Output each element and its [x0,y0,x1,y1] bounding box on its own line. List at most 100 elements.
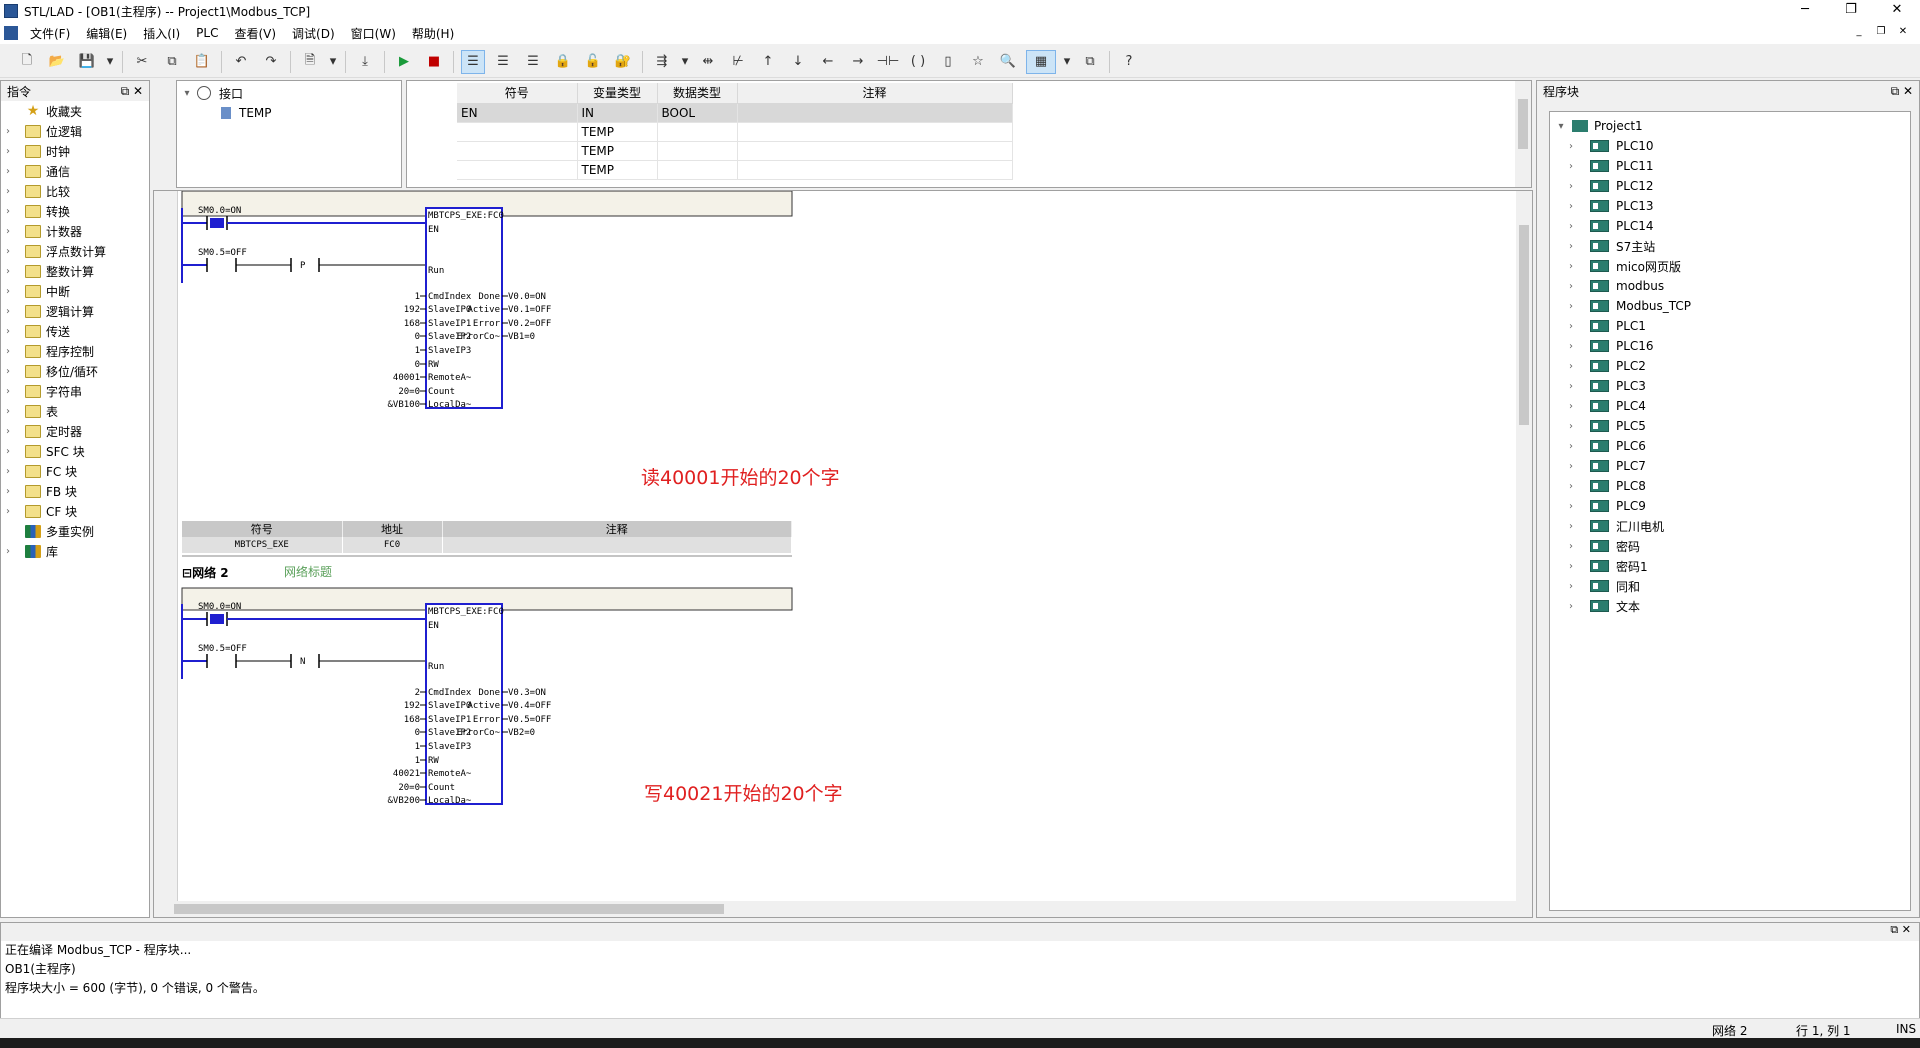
program-item[interactable]: › mico网页版 [1550,256,1910,276]
cell[interactable] [737,122,1013,142]
chevron-right-icon[interactable]: › [1,206,15,217]
menu-window[interactable]: 窗口(W) [343,25,404,42]
instruction-item[interactable]: › 逻辑计算 [1,301,149,321]
menu-view[interactable]: 查看(V) [226,25,284,42]
chevron-right-icon[interactable]: › [1,166,15,177]
program-item[interactable]: › PLC14 [1550,216,1910,236]
instruction-item[interactable]: › 位逻辑 [1,121,149,141]
program-item[interactable]: › 同和 [1550,576,1910,596]
help-icon[interactable]: ? [1117,50,1141,74]
chevron-right-icon[interactable]: › [1564,261,1578,272]
table-view-icon[interactable]: ▦ [1026,49,1056,74]
table-row[interactable]: TEMP [457,141,1013,161]
cell[interactable]: BOOL [657,103,738,123]
instruction-item[interactable]: › 中断 [1,281,149,301]
box-icon[interactable]: ▯ [936,50,960,74]
table-row[interactable]: TEMP [457,122,1013,142]
cell[interactable] [737,160,1013,180]
program-item[interactable]: › PLC7 [1550,456,1910,476]
chevron-right-icon[interactable]: › [1,506,15,517]
chevron-right-icon[interactable]: › [1564,441,1578,452]
menu-debug[interactable]: 调试(D) [284,25,343,42]
cell[interactable]: TEMP [577,122,658,142]
chevron-right-icon[interactable]: › [1564,401,1578,412]
menu-edit[interactable]: 编辑(E) [78,25,135,42]
network2-label[interactable]: ⊟网络 2 [182,564,229,581]
chevron-right-icon[interactable]: › [1,466,15,477]
instruction-item[interactable]: 多重实例 [1,521,149,541]
cell[interactable] [657,160,738,180]
program-item[interactable]: › PLC5 [1550,416,1910,436]
program-item[interactable]: › PLC8 [1550,476,1910,496]
table-row[interactable]: EN IN BOOL [457,103,1013,123]
program-item[interactable]: › PLC3 [1550,376,1910,396]
chevron-right-icon[interactable]: › [1,326,15,337]
instruction-item[interactable]: › 表 [1,401,149,421]
close-icon[interactable]: ✕ [1874,0,1920,22]
chevron-right-icon[interactable]: › [1,486,15,497]
paste-icon[interactable]: 📋 [190,50,214,74]
stop-icon[interactable]: ■ [422,50,446,74]
program-item[interactable]: › PLC12 [1550,176,1910,196]
instruction-item[interactable]: › SFC 块 [1,441,149,461]
editor-horizontal-scrollbar[interactable] [154,901,1532,917]
mdi-restore-icon[interactable]: ❐ [1872,25,1890,39]
copy-icon[interactable]: ⧉ [160,50,184,74]
coil-icon[interactable]: ( ) [906,50,930,74]
menu-insert[interactable]: 插入(I) [135,25,188,42]
program-item[interactable]: › 文本 [1550,596,1910,616]
cell[interactable]: TEMP [577,160,658,180]
favorite-icon[interactable]: ☆ [966,50,990,74]
program-item[interactable]: › PLC9 [1550,496,1910,516]
chevron-right-icon[interactable]: › [1564,361,1578,372]
program-item[interactable]: › S7主站 [1550,236,1910,256]
instruction-item[interactable]: ★ 收藏夹 [1,101,149,121]
program-item[interactable]: › PLC6 [1550,436,1910,456]
ladder-editor[interactable]: SM0.0=ON P SM0.5=OFF MBTCPS_EXE:FC0 EN Run Cmd… [153,190,1533,918]
editor-vertical-scrollbar[interactable] [1516,191,1532,901]
chevron-right-icon[interactable]: › [1,386,15,397]
chevron-right-icon[interactable]: › [1564,201,1578,212]
chevron-right-icon[interactable]: › [1,366,15,377]
line-left-icon[interactable]: ← [816,50,840,74]
cell[interactable] [457,160,578,180]
restore-icon[interactable]: ❐ [1828,0,1874,22]
menu-file[interactable]: 文件(F) [22,25,78,42]
instruction-item[interactable]: › CF 块 [1,501,149,521]
cell[interactable] [737,103,1013,123]
stl-view-icon[interactable]: ☰ [491,50,515,74]
dropdown-icon[interactable]: ▾ [680,50,690,74]
zoom-icon[interactable]: 🔍 [996,50,1020,74]
dropdown-icon[interactable]: ▾ [105,50,115,74]
cell[interactable] [457,141,578,161]
chevron-down-icon[interactable]: ▾ [1550,121,1572,132]
insert-network-icon[interactable]: ⇶ [650,50,674,74]
chevron-right-icon[interactable]: › [1564,181,1578,192]
instruction-item[interactable]: › 整数计算 [1,261,149,281]
chevron-right-icon[interactable]: › [1564,301,1578,312]
chevron-right-icon[interactable]: › [1,306,15,317]
chevron-right-icon[interactable]: › [1,546,15,557]
dropdown-icon[interactable]: ▾ [1062,50,1072,74]
dropdown-icon[interactable]: ▾ [328,50,338,74]
cell[interactable]: TEMP [577,141,658,161]
run-icon[interactable]: ▶ [392,50,416,74]
chevron-right-icon[interactable]: › [1,126,15,137]
page-icon[interactable]: 🗎 [298,50,322,74]
chevron-right-icon[interactable]: › [1564,241,1578,252]
chevron-right-icon[interactable]: › [1564,501,1578,512]
network-1[interactable]: SM0.0=ON P SM0.5=OFF MBTCPS_EXE:FC0 EN Run Cmd… [181,206,551,410]
program-item[interactable]: › PLC10 [1550,136,1910,156]
cell[interactable] [457,122,578,142]
delete-network-icon[interactable]: ⇹ [696,50,720,74]
chevron-right-icon[interactable]: › [1564,461,1578,472]
chevron-right-icon[interactable]: › [1564,161,1578,172]
chevron-right-icon[interactable]: › [1,286,15,297]
chevron-right-icon[interactable]: › [1564,521,1578,532]
cell[interactable] [737,141,1013,161]
chevron-right-icon[interactable]: › [1564,221,1578,232]
cell[interactable] [657,141,738,161]
chevron-right-icon[interactable]: › [1,426,15,437]
chevron-right-icon[interactable]: › [1,246,15,257]
chevron-right-icon[interactable]: › [1564,321,1578,332]
